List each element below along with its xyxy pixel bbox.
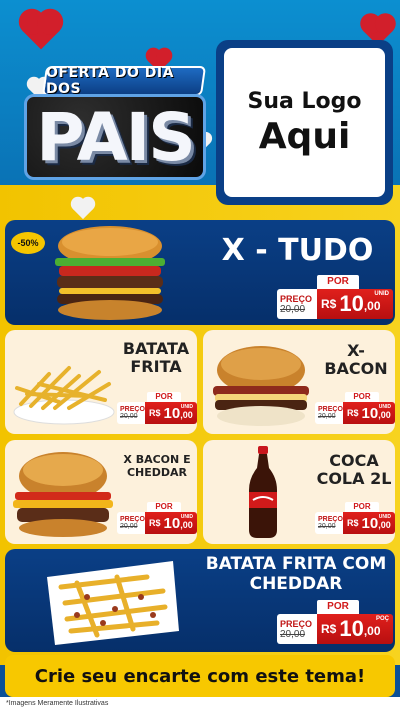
price-por-label: POR <box>345 392 379 402</box>
currency-label: R$ <box>347 408 359 418</box>
price-tag: POR PREÇO 20,00 R$ 10 ,00 UNID <box>277 275 393 321</box>
cta-button[interactable]: Crie seu encarte com este tema! <box>5 655 395 697</box>
new-price: R$ 10 ,00 UNID <box>145 512 197 534</box>
price-tag: POR PREÇO 20,00 R$ 10 ,00 UNID <box>315 502 395 534</box>
product-card-x-bacon[interactable]: X-BACON POR PREÇO 20,00 R$ 10 ,00 UNID <box>203 330 395 434</box>
unit-label: UNID <box>378 404 391 410</box>
price-por-label: POR <box>317 275 359 289</box>
price-tag: POR PREÇO 20,00 R$ 10 ,00 UNID <box>117 502 197 534</box>
price-dec: ,00 <box>363 624 381 638</box>
old-price: PREÇO 20,00 <box>277 289 317 319</box>
soda-bottle-image <box>249 446 277 538</box>
product-card-x-bacon-cheddar[interactable]: X BACON E CHEDDAR POR PREÇO 20,00 R$ 10 … <box>5 440 197 544</box>
old-price: PREÇO 20,00 <box>315 402 343 424</box>
price-body: PREÇO 20,00 R$ 10 ,00 UNID <box>315 402 395 424</box>
preco-label: PREÇO <box>120 516 145 523</box>
price-por-label: POR <box>345 502 379 512</box>
price-tag: POR PREÇO 20,00 R$ 10 ,00 POÇ <box>277 600 393 646</box>
unit-label: UNID <box>180 514 193 520</box>
price-int: 10 <box>339 616 364 641</box>
new-price: R$ 10 ,00 UNID <box>343 512 395 534</box>
price-dec: ,00 <box>378 409 391 420</box>
fries-image <box>13 366 115 425</box>
price-tag: POR PREÇO 20,00 R$ 10 ,00 UNID <box>315 392 395 424</box>
preco-label: PREÇO <box>280 618 313 629</box>
old-price-value: 20,00 <box>318 523 336 530</box>
unit-label: UNID <box>180 404 193 410</box>
fries-cheddar-image <box>47 561 179 645</box>
promo-subtitle: OFERTA DO DIA DOS <box>46 65 174 97</box>
discount-badge: -50% <box>11 232 45 254</box>
price-body: PREÇO 20,00 R$ 10 ,00 POÇ <box>277 614 393 644</box>
currency-label: R$ <box>149 408 161 418</box>
price-dec: ,00 <box>363 299 381 313</box>
old-price-value: 20,00 <box>280 628 306 640</box>
product-name: X-BACON <box>324 341 388 379</box>
old-price: PREÇO 20,00 <box>277 614 317 644</box>
new-price: R$ 10 ,00 POÇ <box>317 614 393 644</box>
price-int: 10 <box>163 404 181 422</box>
currency-label: R$ <box>321 297 337 311</box>
old-price: PREÇO 20,00 <box>117 402 145 424</box>
old-price-value: 20,00 <box>280 303 306 315</box>
product-name: COCA COLA 2L <box>316 451 392 489</box>
product-card-coca-cola[interactable]: COCA COLA 2L POR PREÇO 20,00 R$ 10 ,00 U… <box>203 440 395 544</box>
disclaimer: *Imagens Meramente Ilustrativas <box>0 697 400 711</box>
price-tag: POR PREÇO 20,00 R$ 10 ,00 UNID <box>117 392 197 424</box>
price-por-label: POR <box>147 392 181 402</box>
product-name: X - TUDO <box>221 233 374 268</box>
price-dec: ,00 <box>180 519 193 530</box>
price-body: PREÇO 20,00 R$ 10 ,00 UNID <box>315 512 395 534</box>
currency-label: R$ <box>321 622 337 636</box>
promo-subtitle-banner: OFERTA DO DIA DOS <box>41 65 207 97</box>
cta-label: Crie seu encarte com este tema! <box>34 665 366 687</box>
product-name: BATATA FRITA COM CHEDDAR <box>205 554 387 594</box>
promo-title-text: PAIS <box>36 98 195 176</box>
product-card-batata-cheddar[interactable]: BATATA FRITA COM CHEDDAR POR PREÇO 20,00… <box>5 549 395 652</box>
currency-label: R$ <box>149 518 161 528</box>
price-int: 10 <box>361 404 379 422</box>
new-price: R$ 10 ,00 UNID <box>317 289 393 319</box>
new-price: R$ 10 ,00 UNID <box>343 402 395 424</box>
promo-title: OFERTA DO DIA DOS PAIS <box>14 58 207 188</box>
currency-label: R$ <box>347 518 359 528</box>
logo-placeholder[interactable]: Sua Logo Aqui <box>216 40 393 205</box>
old-price-value: 20,00 <box>120 413 138 420</box>
product-name: X BACON E CHEDDAR <box>123 453 191 479</box>
burger-image <box>13 452 113 537</box>
price-por-label: POR <box>147 502 181 512</box>
logo-line2: Aqui <box>258 115 351 157</box>
price-int: 10 <box>163 514 181 532</box>
price-int: 10 <box>339 291 364 316</box>
product-card-batata-frita[interactable]: BATATA FRITA POR PREÇO 20,00 R$ 10 ,00 U… <box>5 330 197 434</box>
price-por-label: POR <box>317 600 359 614</box>
unit-label: UNID <box>374 291 389 297</box>
unit-label: UNID <box>378 514 391 520</box>
burger-image <box>55 226 165 320</box>
preco-label: PREÇO <box>280 293 313 304</box>
price-dec: ,00 <box>378 519 391 530</box>
old-price-value: 20,00 <box>120 523 138 530</box>
logo-line1: Sua Logo <box>247 88 362 114</box>
preco-label: PREÇO <box>318 406 343 413</box>
product-name: BATATA FRITA <box>122 339 190 377</box>
preco-label: PREÇO <box>120 406 145 413</box>
price-int: 10 <box>361 514 379 532</box>
product-card-x-tudo[interactable]: -50% X - TUDO POR PREÇO 20,00 R$ 10 ,00 … <box>5 220 395 325</box>
price-body: PREÇO 20,00 R$ 10 ,00 UNID <box>117 402 197 424</box>
old-price-value: 20,00 <box>318 413 336 420</box>
price-body: PREÇO 20,00 R$ 10 ,00 UNID <box>277 289 393 319</box>
logo-inner: Sua Logo Aqui <box>224 48 385 197</box>
price-body: PREÇO 20,00 R$ 10 ,00 UNID <box>117 512 197 534</box>
portion-label: POÇ <box>375 616 389 622</box>
burger-image <box>213 346 309 426</box>
old-price: PREÇO 20,00 <box>117 512 145 534</box>
heart-icon <box>22 12 60 50</box>
new-price: R$ 10 ,00 UNID <box>145 402 197 424</box>
preco-label: PREÇO <box>318 516 343 523</box>
price-dec: ,00 <box>180 409 193 420</box>
promo-title-box: PAIS <box>24 94 206 180</box>
old-price: PREÇO 20,00 <box>315 512 343 534</box>
